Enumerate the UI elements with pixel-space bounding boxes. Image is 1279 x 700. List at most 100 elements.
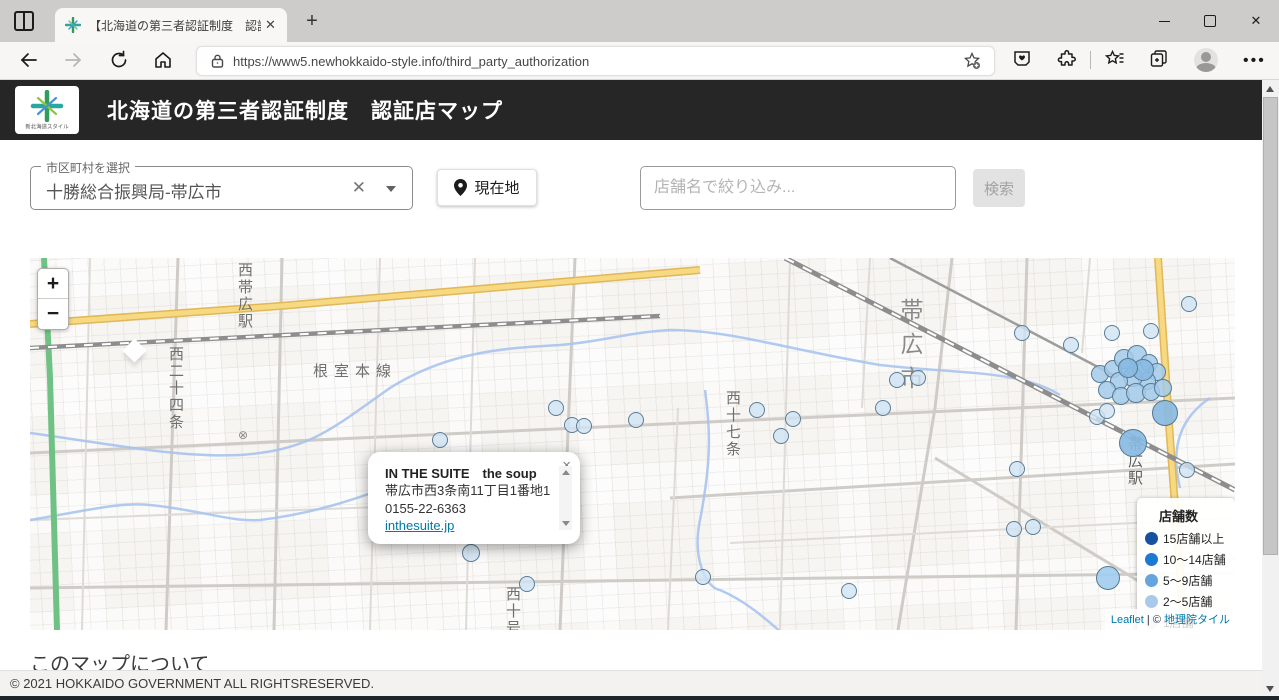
scroll-up-icon[interactable] [562,470,570,475]
store-marker[interactable] [462,544,480,562]
footer-bar: © 2021 HOKKAIDO GOVERNMENT ALL RIGHTSRES… [0,670,1262,696]
store-marker[interactable] [1006,521,1022,537]
store-marker[interactable] [628,412,644,428]
tab-close-icon[interactable]: ✕ [265,17,276,33]
store-marker[interactable] [1119,429,1147,457]
store-marker[interactable] [1143,323,1159,339]
page-scrollbar[interactable] [1262,80,1279,698]
scroll-down-icon[interactable] [562,521,570,526]
store-marker[interactable] [1181,296,1197,312]
map-place-label: 西二十四条 [167,346,184,431]
legend-label: 10〜14店舗 [1163,553,1226,567]
store-marker[interactable] [910,370,926,386]
page-title: 北海道の第三者認証制度 認証店マップ [107,100,503,123]
store-marker[interactable] [841,583,857,599]
attribution-separator: | © [1143,614,1164,626]
profile-avatar[interactable] [1194,48,1218,72]
store-marker[interactable] [773,428,789,444]
store-website-link[interactable]: inthesuite.jp [385,518,454,533]
municipality-select[interactable]: 市区町村を選択 十勝総合振興局-帯広市 ✕ [30,159,413,210]
zoom-out-button[interactable]: − [38,299,68,329]
browser-window: 【北海道の第三者認証制度 認証 ✕ + https://www5.newhokk… [0,0,1279,700]
store-marker[interactable] [548,400,564,416]
tab-actions-icon[interactable] [14,11,34,31]
store-marker[interactable] [1009,461,1025,477]
store-marker[interactable] [889,372,905,388]
new-tab-button[interactable]: + [300,10,324,34]
zoom-in-button[interactable]: + [38,269,68,299]
browser-tab[interactable]: 【北海道の第三者認証制度 認証 ✕ [55,8,287,42]
forward-icon [62,49,84,71]
legend-item: 5〜9店舗 [1145,572,1229,589]
logo-text: 新北海道スタイル [25,124,69,131]
store-name: IN THE SUITE the soup [385,466,537,481]
legend-item: 10〜14店舗 [1145,551,1229,568]
add-favorite-icon[interactable] [962,51,982,71]
home-icon[interactable] [152,49,174,71]
store-marker[interactable] [432,432,448,448]
browser-essentials-icon[interactable] [1011,48,1035,72]
legend-item: 15店舗以上 [1145,530,1229,547]
legend-color-dot [1145,553,1158,566]
extensions-icon[interactable] [1056,48,1080,72]
store-marker[interactable] [1014,325,1030,341]
store-marker[interactable] [1104,325,1120,341]
clear-selection-icon[interactable]: ✕ [352,178,366,198]
legend-color-dot [1145,532,1158,545]
legend-color-dot [1145,595,1158,608]
gsi-tiles-link[interactable]: 地理院タイル [1164,614,1230,626]
store-marker[interactable] [576,418,592,434]
store-marker[interactable] [1025,519,1041,535]
site-header: 新北海道スタイル 北海道の第三者認証制度 認証店マップ [0,80,1262,140]
store-marker[interactable] [1118,358,1138,378]
map-canvas[interactable]: + − 西帯広駅 西二十四条 根室本線 帯広市 西十七条 帯広駅 西十号 ⊗ IN THE S… [30,258,1235,630]
copyright-text: © 2021 HOKKAIDO GOVERNMENT ALL RIGHTSRES… [10,676,375,691]
map-place-label: 根室本線 [313,363,398,380]
legend-color-dot [1145,574,1158,587]
current-location-label: 現在地 [474,180,520,197]
store-marker[interactable] [1063,337,1079,353]
address-bar[interactable]: https://www5.newhokkaido-style.info/thir… [196,46,995,76]
back-icon[interactable] [18,49,40,71]
store-name-search-input[interactable] [640,166,956,210]
window-bottom-border [0,696,1279,700]
store-marker[interactable] [695,569,711,585]
store-marker[interactable] [1096,566,1120,590]
store-marker[interactable] [1179,462,1195,478]
window-close-button[interactable] [1233,0,1279,42]
lock-icon[interactable] [210,53,225,69]
scrollbar-up-icon[interactable] [1266,86,1274,92]
scrollbar-down-icon[interactable] [1266,686,1274,692]
store-marker[interactable] [785,411,801,427]
url-text: https://www5.newhokkaido-style.info/thir… [233,53,590,69]
collections-icon[interactable] [1148,48,1172,72]
search-button[interactable]: 検索 [973,169,1025,207]
map-place-label: 西十七条 [724,390,741,458]
store-marker[interactable] [875,400,891,416]
maximize-button[interactable] [1187,0,1233,42]
scrollbar-thumb[interactable] [1263,97,1278,555]
settings-menu-icon[interactable]: ••• [1243,52,1266,70]
toolbar-divider [1090,51,1091,69]
store-address: 帯広市西3条南11丁目1番地1 [385,483,551,498]
store-marker[interactable] [749,402,765,418]
location-pin-icon [454,179,468,196]
legend-label: 2〜5店舗 [1163,595,1213,609]
legend-label: 5〜9店舗 [1163,574,1213,588]
titlebar: 【北海道の第三者認証制度 認証 ✕ + [0,0,1279,42]
store-marker[interactable] [1154,379,1172,397]
favorites-icon[interactable] [1104,48,1128,72]
refresh-icon[interactable] [108,49,130,71]
map-attribution: Leaflet | © 地理院タイル [1104,609,1235,630]
current-location-button[interactable]: 現在地 [437,169,537,206]
chevron-down-icon[interactable] [386,186,396,192]
leaflet-link[interactable]: Leaflet [1111,614,1144,626]
legend-label: 15店舗以上 [1163,532,1225,546]
tab-title: 【北海道の第三者認証制度 認証 [89,18,261,33]
store-marker[interactable] [1099,403,1115,419]
popup-scrollbar[interactable] [559,466,572,530]
store-marker[interactable] [1152,400,1178,426]
map-place-label: 西帯広駅 [236,262,253,330]
store-marker[interactable] [519,576,535,592]
minimize-button[interactable] [1141,0,1187,42]
